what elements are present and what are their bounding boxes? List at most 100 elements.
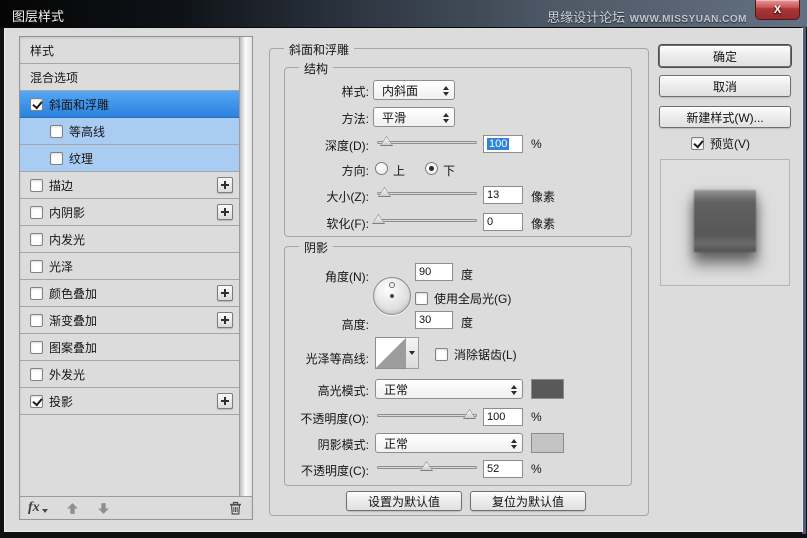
size-input[interactable]: 13 [483,186,523,204]
effect-checkbox[interactable] [30,205,43,219]
select-arrows-icon [443,86,449,96]
effect-checkbox[interactable] [30,232,43,246]
size-unit: 像素 [531,190,556,204]
direction-down-radio[interactable] [425,162,438,175]
sidebar-item-styles[interactable]: 样式 [20,37,239,64]
sidebar-scrollbar[interactable] [239,37,252,496]
style-preview-thumbnail [694,190,756,252]
shadow-opacity-input[interactable]: 52 [483,460,523,478]
structure-group: 结构 样式: 内斜面 方法: 平滑 深度(D): 100 % 方向: 上 下 大… [284,60,632,237]
sidebar-item-gradient-overlay[interactable]: 渐变叠加 [20,307,239,334]
effect-checkbox[interactable] [30,259,43,273]
sidebar-item-label: 等高线 [69,124,106,139]
sidebar-item-texture[interactable]: 纹理 [20,145,239,172]
effect-checkbox[interactable] [30,340,43,354]
sidebar-item-satin[interactable]: 光泽 [20,253,239,280]
depth-input[interactable]: 100 [483,135,523,153]
sidebar-item-label: 光泽 [49,259,74,274]
sidebar-item-label: 混合选项 [30,70,79,85]
select-arrows-icon [511,439,517,449]
sidebar-item-label: 颜色叠加 [49,286,98,301]
add-instance-plus-button[interactable] [217,393,233,409]
angle-input[interactable]: 90 [415,263,453,281]
soften-label: 软化(F): [326,217,369,231]
angle-dial-marker [389,282,395,288]
angle-dial[interactable] [373,277,411,315]
sidebar-item-stroke[interactable]: 描边 [20,172,239,199]
shadow-opacity-unit: % [531,462,542,476]
direction-label: 方向: [341,164,369,178]
structure-group-title: 结构 [299,60,334,77]
add-instance-plus-button[interactable] [217,285,233,301]
make-default-button[interactable]: 设置为默认值 [346,491,462,511]
sidebar-item-blending-options[interactable]: 混合选项 [20,64,239,91]
sidebar-item-label: 内发光 [49,232,86,247]
move-up-button[interactable] [66,502,79,515]
size-slider[interactable] [377,187,477,201]
arrow-down-icon [97,502,109,514]
new-style-button[interactable]: 新建样式(W)... [659,106,791,128]
effect-checkbox[interactable] [30,97,43,111]
soften-input[interactable]: 0 [483,213,523,231]
sidebar-item-drop-shadow[interactable]: 投影 [20,388,239,415]
effect-checkbox[interactable] [50,124,63,138]
titlebar[interactable]: 图层样式 思缘设计论坛 WWW.MISSYUAN.COM X [0,0,807,28]
use-global-light-checkbox[interactable] [415,292,428,305]
watermark: 思缘设计论坛 WWW.MISSYUAN.COM [547,10,747,25]
sidebar-item-pattern-overlay[interactable]: 图案叠加 [20,334,239,361]
preview-label: 预览(V) [710,137,750,151]
sidebar-item-inner-glow[interactable]: 内发光 [20,226,239,253]
effect-checkbox[interactable] [30,313,43,327]
shadow-opacity-slider[interactable] [377,461,477,475]
sidebar-item-outer-glow[interactable]: 外发光 [20,361,239,388]
effects-sidebar: 样式混合选项斜面和浮雕等高线纹理描边内阴影内发光光泽颜色叠加渐变叠加图案叠加外发… [19,36,253,520]
style-label: 样式: [341,85,369,99]
sidebar-item-inner-shadow[interactable]: 内阴影 [20,199,239,226]
style-preview-box [660,159,790,286]
delete-effect-button[interactable] [229,501,242,515]
add-instance-plus-button[interactable] [217,312,233,328]
highlight-mode-select[interactable]: 正常 [375,379,523,399]
technique-select[interactable]: 平滑 [373,107,455,127]
depth-slider[interactable] [377,136,477,150]
fx-menu-button[interactable]: fx [28,501,48,515]
altitude-input[interactable]: 30 [415,311,453,329]
ok-button[interactable]: 确定 [659,45,791,67]
highlight-opacity-input[interactable]: 100 [483,408,523,426]
close-button[interactable]: X [755,0,800,20]
size-label: 大小(Z): [326,190,369,204]
direction-up-radio[interactable] [375,162,388,175]
cancel-button[interactable]: 取消 [659,75,791,97]
effect-checkbox[interactable] [30,394,43,408]
select-arrows-icon [443,113,449,123]
effect-checkbox[interactable] [30,178,43,192]
sidebar-item-label: 外发光 [49,367,86,382]
effect-checkbox[interactable] [50,151,63,165]
sidebar-item-bevel-emboss[interactable]: 斜面和浮雕 [20,91,239,118]
direction-up-label: 上 [393,164,406,178]
shadow-color-swatch[interactable] [531,433,564,453]
window-title: 图层样式 [12,9,65,24]
shadow-mode-select[interactable]: 正常 [375,433,523,453]
sidebar-item-color-overlay[interactable]: 颜色叠加 [20,280,239,307]
reset-default-button[interactable]: 复位为默认值 [470,491,586,511]
angle-dial-center [390,294,394,298]
effect-checkbox[interactable] [30,286,43,300]
add-instance-plus-button[interactable] [217,177,233,193]
sidebar-item-label: 图案叠加 [49,340,98,355]
bevel-style-select[interactable]: 内斜面 [373,80,455,100]
gloss-contour-thumbnail[interactable] [375,337,407,369]
sidebar-item-label: 描边 [49,178,74,193]
layer-style-dialog: 图层样式 思缘设计论坛 WWW.MISSYUAN.COM X 样式混合选项斜面和… [0,0,807,538]
move-down-button[interactable] [97,502,110,515]
preview-checkbox[interactable] [691,137,704,150]
gloss-contour-dropdown[interactable] [406,337,419,369]
effect-checkbox[interactable] [30,367,43,381]
highlight-opacity-slider[interactable] [377,409,477,423]
add-instance-plus-button[interactable] [217,204,233,220]
sidebar-item-contour[interactable]: 等高线 [20,118,239,145]
soften-slider[interactable] [372,214,477,228]
antialias-checkbox[interactable] [435,348,448,361]
highlight-color-swatch[interactable] [531,379,564,399]
sidebar-item-label: 渐变叠加 [49,313,98,328]
